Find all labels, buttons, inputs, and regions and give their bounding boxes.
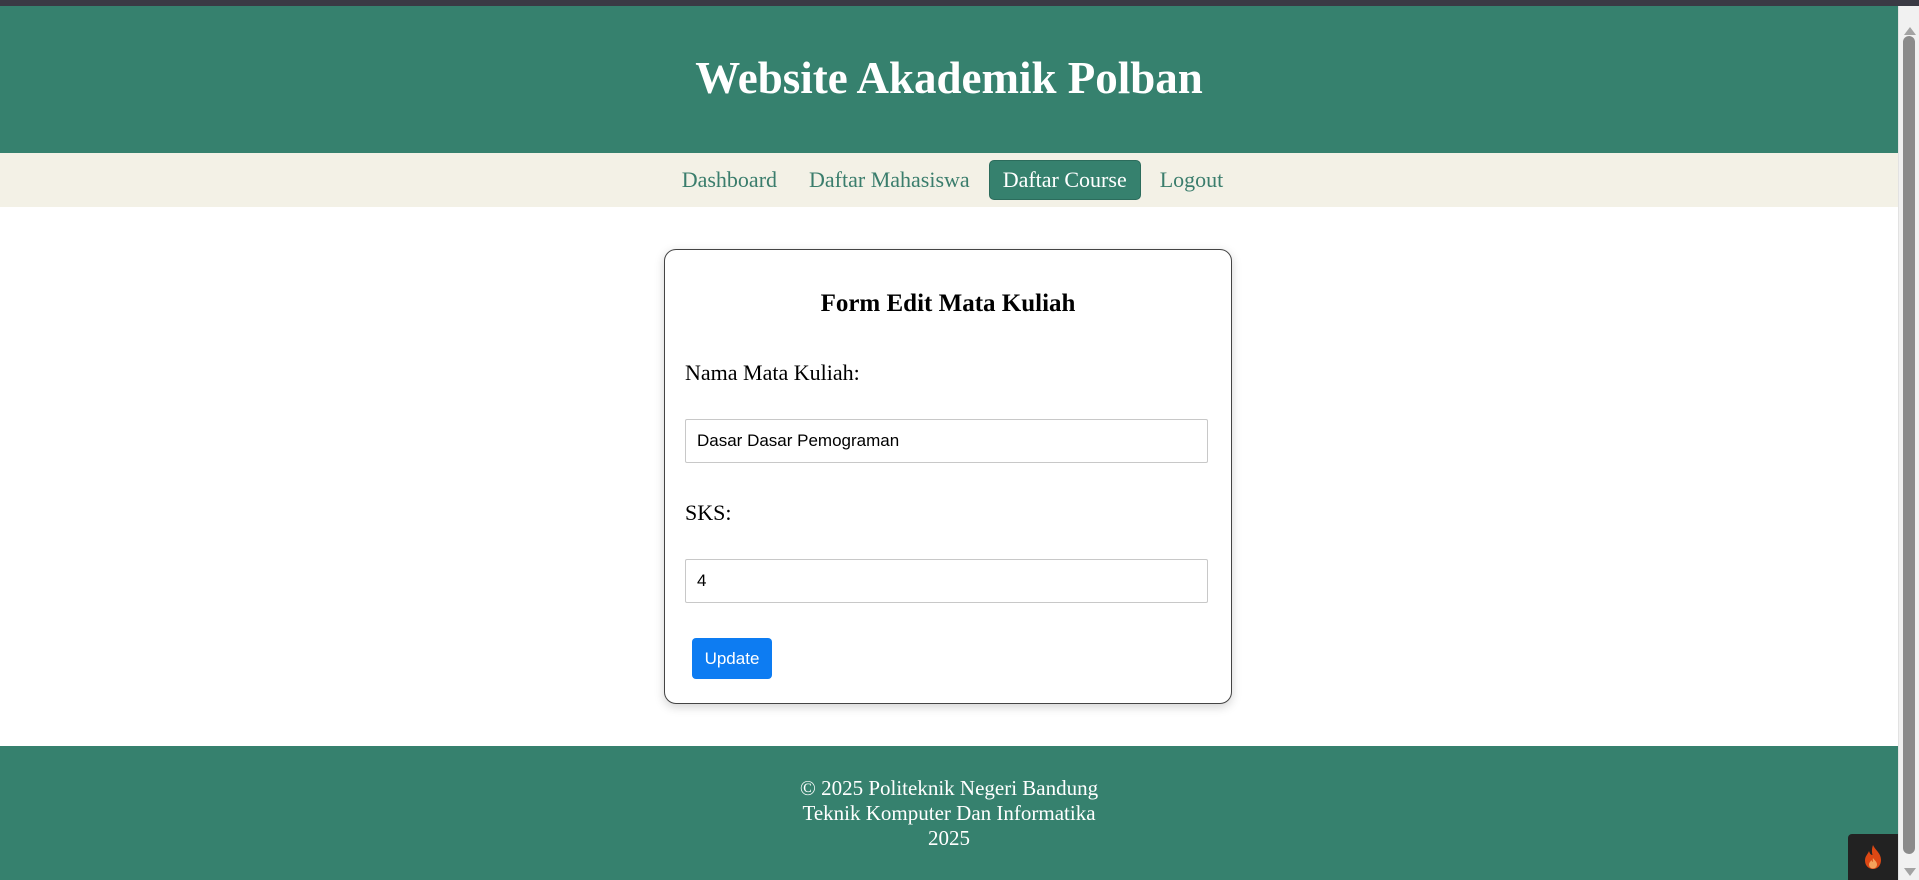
vertical-scrollbar[interactable] — [1898, 6, 1919, 880]
site-footer: © 2025 Politeknik Negeri Bandung Teknik … — [0, 746, 1898, 880]
nav-logout[interactable]: Logout — [1147, 161, 1237, 199]
flame-icon — [1865, 845, 1881, 869]
site-header: Website Akademik Polban — [0, 6, 1898, 153]
edit-course-form: Form Edit Mata Kuliah Nama Mata Kuliah: … — [664, 249, 1232, 704]
update-button[interactable]: Update — [692, 638, 772, 679]
site-title: Website Akademik Polban — [695, 52, 1203, 103]
main-nav: Dashboard Daftar Mahasiswa Daftar Course… — [0, 153, 1898, 207]
footer-copyright: © 2025 Politeknik Negeri Bandung — [799, 775, 1099, 800]
browser-page: Website Akademik Polban Dashboard Daftar… — [0, 0, 1919, 880]
scrollbar-thumb[interactable] — [1903, 36, 1915, 854]
scroll-up-arrow-icon[interactable] — [1904, 27, 1916, 35]
sks-input[interactable] — [685, 559, 1208, 603]
course-name-input[interactable] — [685, 419, 1208, 463]
nav-daftar-course[interactable]: Daftar Course — [988, 160, 1141, 200]
form-title: Form Edit Mata Kuliah — [820, 290, 1076, 317]
nav-daftar-mahasiswa[interactable]: Daftar Mahasiswa — [796, 161, 983, 199]
scroll-down-arrow-icon[interactable] — [1904, 868, 1916, 876]
footer-department: Teknik Komputer Dan Informatika — [802, 800, 1096, 825]
nav-dashboard[interactable]: Dashboard — [669, 161, 790, 199]
sks-label: SKS: — [685, 500, 732, 525]
main-area: Form Edit Mata Kuliah Nama Mata Kuliah: … — [0, 207, 1898, 746]
course-name-label: Nama Mata Kuliah: — [685, 360, 860, 385]
footer-year: 2025 — [928, 825, 970, 850]
debug-toolbar-toggle[interactable] — [1848, 834, 1898, 880]
page-content: Website Akademik Polban Dashboard Daftar… — [0, 6, 1898, 880]
